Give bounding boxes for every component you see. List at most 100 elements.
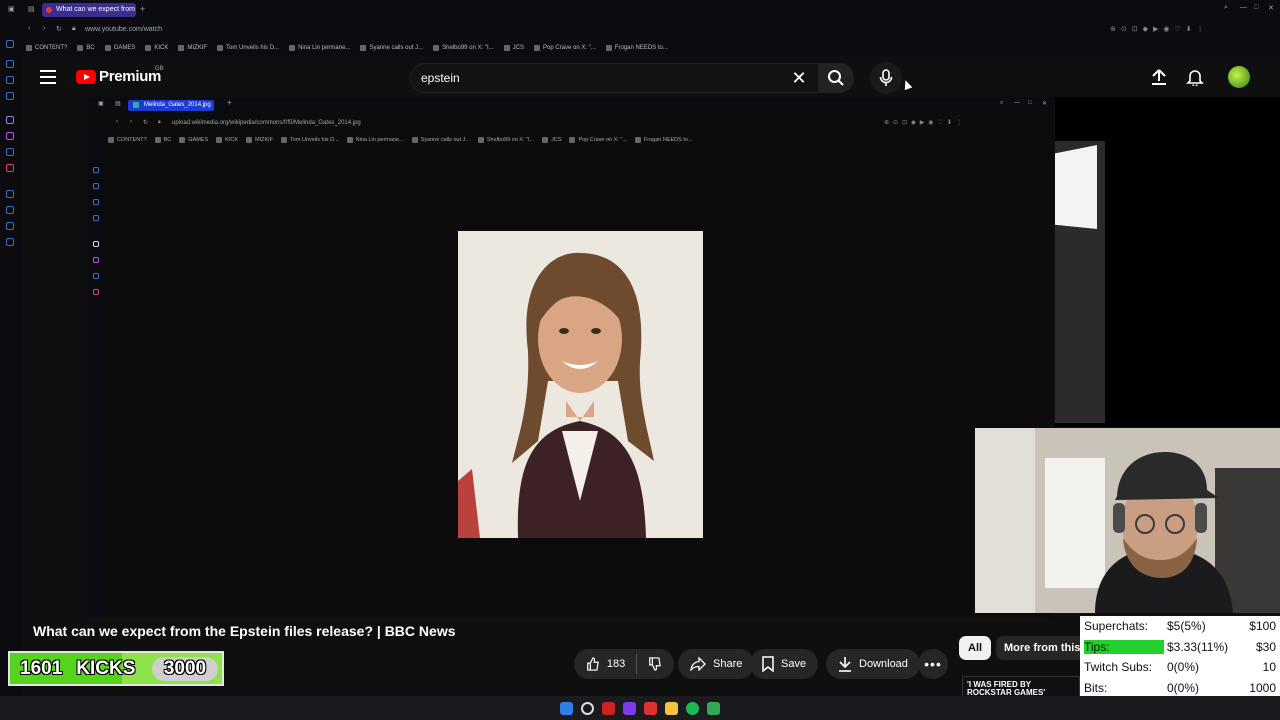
- inner-rail-icon[interactable]: [93, 199, 99, 205]
- app-icon[interactable]: [602, 701, 615, 715]
- app-icon[interactable]: [623, 701, 636, 715]
- inner-rail-icon[interactable]: [93, 167, 99, 173]
- inner-extension-icons[interactable]: ⊕⊙⊡◆▶◉♡⬇⋮: [884, 119, 966, 126]
- inner-bookmark-item[interactable]: CONTENT?: [108, 137, 147, 143]
- inner-tab-list-icon[interactable]: ▤: [115, 100, 121, 107]
- outer-bookmark-item[interactable]: JCS: [503, 44, 524, 51]
- inner-new-tab-icon[interactable]: +: [227, 98, 232, 107]
- voice-search-button[interactable]: [870, 62, 902, 94]
- inner-maximize-icon[interactable]: □: [1028, 100, 1032, 106]
- inner-bookmark-item[interactable]: Frogan NEEDS to...: [634, 137, 693, 143]
- tab-list-icon[interactable]: ▤: [28, 5, 35, 13]
- inner-bookmark-item[interactable]: Shelbo99 on X: "I...: [477, 137, 534, 143]
- tab-youtube[interactable]: What can we expect from: [42, 3, 136, 17]
- inner-back-icon[interactable]: ‹: [116, 119, 118, 125]
- upload-button[interactable]: [1150, 68, 1168, 91]
- rail-item-icon[interactable]: [6, 116, 14, 124]
- new-tab-icon[interactable]: +: [140, 4, 145, 14]
- inner-address-bar[interactable]: ‹ › ↻ 🔒︎ upload.wikimedia.org/wikipedia/…: [88, 115, 1054, 129]
- inner-rail-icon[interactable]: [93, 241, 99, 247]
- rail-item-icon[interactable]: [6, 190, 14, 198]
- inner-bookmark-item[interactable]: Tom Unveils his D...: [281, 137, 339, 143]
- forward-icon[interactable]: ›: [43, 25, 45, 32]
- maximize-icon[interactable]: □: [1254, 4, 1258, 11]
- save-button[interactable]: Save: [750, 649, 819, 679]
- close-window-icon[interactable]: ✕: [1268, 4, 1274, 12]
- inner-tab-title: Melinda_Gates_2014.jpg: [144, 102, 211, 108]
- rail-item-icon[interactable]: [6, 76, 14, 84]
- minimize-icon[interactable]: —: [1240, 4, 1247, 11]
- settings-icon[interactable]: [6, 238, 14, 246]
- search-button[interactable]: [818, 63, 854, 93]
- rail-item-icon[interactable]: [6, 92, 14, 100]
- inner-reload-icon[interactable]: ↻: [143, 119, 148, 126]
- outer-bookmark-item[interactable]: Tom Unveils his D...: [217, 44, 279, 51]
- inner-bookmark-item[interactable]: Pop Crave on X: "...: [569, 137, 627, 143]
- back-icon[interactable]: ‹: [28, 25, 30, 32]
- outer-bookmark-item[interactable]: MIZKIF: [178, 44, 207, 51]
- like-count[interactable]: 183: [607, 658, 625, 670]
- inner-instagram-icon[interactable]: [93, 289, 99, 295]
- outer-bookmark-item[interactable]: BC: [77, 44, 95, 51]
- inner-bookmark-item[interactable]: JCS: [542, 137, 561, 143]
- inner-twitch-icon[interactable]: [93, 257, 99, 263]
- search-input[interactable]: epstein: [410, 63, 818, 93]
- messenger-icon[interactable]: [6, 148, 14, 156]
- inner-bookmark-item[interactable]: BC: [154, 137, 171, 143]
- clear-search-icon[interactable]: ✕: [790, 68, 808, 89]
- youtube-logo[interactable]: Premium: [76, 68, 161, 85]
- inner-rail-icon[interactable]: [93, 215, 99, 221]
- url-text[interactable]: www.youtube.com/watch: [85, 26, 162, 33]
- spotify-icon[interactable]: [686, 701, 699, 715]
- start-icon[interactable]: [560, 701, 573, 715]
- outer-bookmark-item[interactable]: GAMES: [104, 44, 135, 51]
- inner-bookmark-item[interactable]: MIZKIF: [246, 137, 273, 143]
- menu-icon[interactable]: [40, 70, 56, 84]
- address-bar[interactable]: ‹ › ↻ 🔒︎ www.youtube.com/watch ⊕⊙⊡◆▶◉♡⬇⋮: [0, 20, 1280, 39]
- workspace-icon[interactable]: ▣: [8, 5, 15, 13]
- thumbs-down-icon[interactable]: [648, 656, 662, 672]
- twitch-icon[interactable]: [6, 132, 14, 140]
- more-actions-button[interactable]: •••: [918, 649, 948, 679]
- thumbs-up-icon[interactable]: [586, 656, 600, 672]
- rail-item-icon[interactable]: [6, 222, 14, 230]
- extension-icons[interactable]: ⊕⊙⊡◆▶◉♡⬇⋮: [1110, 25, 1209, 33]
- inner-rail-icon[interactable]: [93, 183, 99, 189]
- inner-bookmark-item[interactable]: GAMES: [179, 137, 208, 143]
- rail-item-icon[interactable]: [6, 60, 14, 68]
- share-button[interactable]: Share: [678, 649, 755, 679]
- inner-bookmark-item[interactable]: Syanne calls out J...: [411, 137, 470, 143]
- bookmark-label: Tom Unveils his D...: [290, 137, 339, 143]
- outer-bookmark-item[interactable]: KICK: [145, 44, 168, 51]
- chip-more-from-channel[interactable]: More from this s: [996, 636, 1088, 660]
- outer-bookmark-item[interactable]: Nina Lin permane...: [289, 44, 350, 51]
- inner-search-tabs-icon[interactable]: ⌕: [1000, 100, 1003, 107]
- inner-close-icon[interactable]: ✕: [1042, 100, 1047, 107]
- outer-bookmark-item[interactable]: Syanne calls out J...: [360, 44, 423, 51]
- notifications-button[interactable]: [1186, 68, 1204, 91]
- history-icon[interactable]: [6, 206, 14, 214]
- inner-bookmark-item[interactable]: KICK: [216, 137, 238, 143]
- search-icon[interactable]: [581, 701, 594, 715]
- rail-item-icon[interactable]: [6, 40, 14, 48]
- file-explorer-icon[interactable]: [665, 701, 678, 715]
- inner-forward-icon[interactable]: ›: [130, 119, 132, 125]
- inner-bookmark-item[interactable]: Nina Lin permane...: [346, 137, 404, 143]
- outer-bookmark-item[interactable]: CONTENT?: [26, 44, 67, 51]
- avatar[interactable]: [1228, 66, 1250, 88]
- outer-bookmark-item[interactable]: Frogan NEEDS to...: [605, 44, 668, 51]
- outer-bookmark-item[interactable]: Shelbo99 on X: "I...: [433, 44, 494, 51]
- instagram-icon[interactable]: [6, 164, 14, 172]
- opera-icon[interactable]: [644, 701, 657, 715]
- reload-icon[interactable]: ↻: [56, 25, 62, 33]
- outer-bookmark-item[interactable]: Pop Crave on X: "...: [533, 44, 596, 51]
- inner-url-text[interactable]: upload.wikimedia.org/wikipedia/commons/f…: [172, 120, 361, 126]
- chip-all[interactable]: All: [959, 636, 992, 660]
- download-button[interactable]: Download: [826, 649, 920, 679]
- inner-messenger-icon[interactable]: [93, 273, 99, 279]
- inner-workspace-icon[interactable]: ▣: [98, 100, 104, 107]
- inner-tab-image[interactable]: Melinda_Gates_2014.jpg: [128, 100, 214, 111]
- inner-minimize-icon[interactable]: —: [1014, 100, 1020, 106]
- app-icon[interactable]: [707, 701, 720, 715]
- search-tabs-icon[interactable]: ⌕: [1224, 4, 1228, 12]
